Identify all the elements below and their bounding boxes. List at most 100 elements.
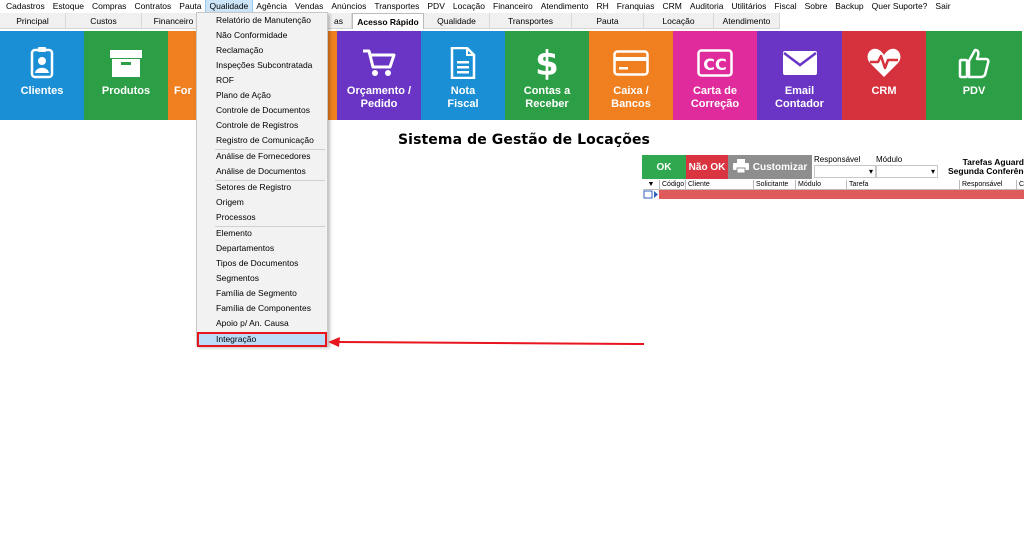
menu-utilitarios[interactable]: Utilitários	[727, 0, 770, 12]
menu-pauta[interactable]: Pauta	[175, 0, 205, 12]
row-cells[interactable]	[659, 190, 1024, 199]
tile-label: Contas a Receber	[523, 85, 571, 110]
tab-pauta[interactable]: Pauta	[572, 13, 644, 29]
menu-item-integracao[interactable]: Integração	[197, 332, 327, 347]
menu-franquias[interactable]: Franquias	[613, 0, 659, 12]
menu-anuncios[interactable]: Anúncios	[327, 0, 370, 12]
menu-fiscal[interactable]: Fiscal	[770, 0, 800, 12]
sort-indicator-icon[interactable]: ▼	[643, 180, 660, 189]
menu-locacao[interactable]: Locação	[449, 0, 489, 12]
tab-custos[interactable]: Custos	[66, 13, 142, 29]
menu-financeiro[interactable]: Financeiro	[489, 0, 537, 12]
annotation-arrow	[328, 337, 645, 347]
menu-backup[interactable]: Backup	[831, 0, 867, 12]
menu-compras[interactable]: Compras	[88, 0, 130, 12]
ok-button[interactable]: OK	[642, 155, 686, 179]
menu-rh[interactable]: RH	[592, 0, 612, 12]
menu-item-controle-documentos[interactable]: Controle de Documentos	[197, 103, 327, 118]
tasks-grid-header: ▼ Código Cliente Solicitante Módulo Tare…	[643, 180, 1024, 190]
box-icon	[109, 45, 143, 81]
menu-item-relatorio-manutencao[interactable]: Relatório de Manutenção	[197, 13, 327, 28]
tile-email-contador[interactable]: Email Contador	[757, 31, 842, 120]
customize-button[interactable]: Customizar	[728, 155, 812, 179]
menu-item-segmentos[interactable]: Segmentos	[197, 271, 327, 286]
col-tarefa[interactable]: Tarefa	[847, 180, 960, 189]
menu-item-rof[interactable]: ROF	[197, 73, 327, 88]
menu-contratos[interactable]: Contratos	[130, 0, 175, 12]
menu-item-tipos-documentos[interactable]: Tipos de Documentos	[197, 256, 327, 271]
col-codigo[interactable]: Código	[660, 180, 686, 189]
not-ok-button[interactable]: Não OK	[686, 155, 728, 179]
menu-item-registro-comunicacao[interactable]: Registro de Comunicação	[197, 133, 327, 148]
menu-pdv[interactable]: PDV	[423, 0, 448, 12]
tile-carta-correcao[interactable]: CC Carta de Correção	[673, 31, 757, 120]
menu-item-reclamacao[interactable]: Reclamação	[197, 43, 327, 58]
chevron-down-icon: ▾	[930, 167, 935, 176]
col-modulo[interactable]: Módulo	[796, 180, 847, 189]
menu-item-origem[interactable]: Origem	[197, 195, 327, 210]
tab-locacao[interactable]: Locação	[644, 13, 714, 29]
tab-partial[interactable]: as	[326, 13, 352, 29]
menu-item-departamentos[interactable]: Departamentos	[197, 241, 327, 256]
tile-crm[interactable]: CRM	[842, 31, 926, 120]
tab-principal[interactable]: Principal	[0, 13, 66, 29]
menu-auditoria[interactable]: Auditoria	[686, 0, 728, 12]
col-cliente[interactable]: Cliente	[686, 180, 754, 189]
tile-label: Email Contador	[775, 85, 824, 110]
user-badge-icon	[30, 45, 54, 81]
tab-qualidade[interactable]: Qualidade	[424, 13, 490, 29]
envelope-icon	[782, 45, 818, 81]
menu-item-familia-componentes[interactable]: Família de Componentes	[197, 301, 327, 316]
menu-transportes[interactable]: Transportes	[370, 0, 423, 12]
menu-item-familia-segmento[interactable]: Família de Segmento	[197, 286, 327, 301]
menu-item-inspecoes-subcontratada[interactable]: Inspeções Subcontratada	[197, 58, 327, 73]
menu-cadastros[interactable]: Cadastros	[2, 0, 49, 12]
tile-clientes[interactable]: Clientes	[0, 31, 84, 120]
table-row[interactable]	[643, 190, 1024, 199]
menu-sobre[interactable]: Sobre	[801, 0, 832, 12]
responsavel-select[interactable]: ▾	[814, 165, 876, 178]
menu-crm[interactable]: CRM	[659, 0, 686, 12]
chevron-down-icon: ▾	[868, 167, 873, 176]
tile-contas-receber[interactable]: $ Contas a Receber	[505, 31, 589, 120]
menu-item-processos[interactable]: Processos	[197, 210, 327, 225]
credit-card-icon	[613, 45, 649, 81]
col-responsavel[interactable]: Responsável	[960, 180, 1017, 189]
cc-icon: CC	[697, 45, 733, 81]
modulo-select[interactable]: ▾	[876, 165, 938, 178]
menu-estoque[interactable]: Estoque	[49, 0, 88, 12]
menu-item-setores-registro[interactable]: Setores de Registro	[197, 180, 327, 195]
tile-nota-fiscal[interactable]: Nota Fiscal	[421, 31, 505, 120]
row-selector[interactable]	[643, 190, 659, 199]
tile-fornecedores[interactable]: For	[168, 31, 196, 120]
tab-acesso-rapido[interactable]: Acesso Rápido	[352, 13, 424, 29]
menu-vendas[interactable]: Vendas	[291, 0, 327, 12]
menu-item-apoio-an-causa[interactable]: Apoio p/ An. Causa	[197, 316, 327, 331]
tile-produtos[interactable]: Produtos	[84, 31, 168, 120]
tile-label: PDV	[962, 85, 986, 97]
menu-sair[interactable]: Sair	[931, 0, 954, 12]
tile-label: Caixa / Bancos	[611, 85, 651, 110]
tile-pdv[interactable]: PDV	[926, 31, 1022, 120]
menu-suporte[interactable]: Quer Suporte?	[868, 0, 932, 12]
col-ci[interactable]: Ci	[1017, 180, 1024, 189]
menu-item-nao-conformidade[interactable]: Não Conformidade	[197, 28, 327, 43]
tile-label: CRM	[871, 85, 897, 97]
menu-item-elemento[interactable]: Elemento	[197, 226, 327, 241]
tile-label: Produtos	[101, 85, 151, 97]
tile-caixa-bancos[interactable]: Caixa / Bancos	[589, 31, 673, 120]
tab-transportes[interactable]: Transportes	[490, 13, 572, 29]
tab-atendimento[interactable]: Atendimento	[714, 13, 780, 29]
quick-access-tiles: Clientes Produtos For Orçamento / Pedido…	[0, 31, 1024, 120]
col-solicitante[interactable]: Solicitante	[754, 180, 796, 189]
menu-item-plano-acao[interactable]: Plano de Ação	[197, 88, 327, 103]
menu-atendimento[interactable]: Atendimento	[537, 0, 593, 12]
menu-qualidade[interactable]: Qualidade	[204, 0, 254, 13]
menu-bar: Cadastros Estoque Compras Contratos Paut…	[0, 0, 1024, 13]
menu-item-analise-documentos[interactable]: Análise de Documentos	[197, 164, 327, 179]
menu-item-analise-fornecedores[interactable]: Análise de Fornecedores	[197, 149, 327, 164]
menu-item-controle-registros[interactable]: Controle de Registros	[197, 118, 327, 133]
page-title: Sistema de Gestão de Locações	[398, 132, 650, 148]
tile-orcamento-pedido[interactable]: Orçamento / Pedido	[337, 31, 421, 120]
menu-agencia[interactable]: Agência	[252, 0, 291, 12]
